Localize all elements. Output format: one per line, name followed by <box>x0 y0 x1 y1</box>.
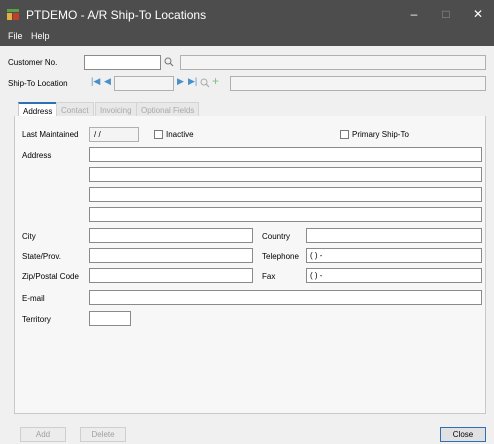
add-shipto-icon[interactable]: + <box>212 74 219 88</box>
address-label: Address <box>22 151 52 160</box>
customer-no-label: Customer No. <box>8 58 58 67</box>
primary-shipto-checkbox[interactable] <box>340 130 349 139</box>
app-icon <box>7 9 19 20</box>
menu-help[interactable]: Help <box>31 31 50 41</box>
minimize-button[interactable]: – <box>398 0 430 29</box>
email-field[interactable] <box>89 290 482 305</box>
inactive-checkbox[interactable] <box>154 130 163 139</box>
city-field[interactable] <box>89 228 253 243</box>
email-label: E-mail <box>22 294 45 303</box>
tab-optional-fields[interactable]: Optional Fields <box>136 102 200 117</box>
nav-next-icon[interactable]: ▶ <box>177 76 184 87</box>
menu-bar <box>0 29 494 46</box>
menu-file[interactable]: File <box>8 31 23 41</box>
shipto-finder-icon[interactable] <box>200 78 210 88</box>
window-title: PTDEMO - A/R Ship-To Locations <box>26 8 207 22</box>
state-prov-field[interactable] <box>89 248 253 263</box>
territory-field[interactable] <box>89 311 131 326</box>
shipto-location-label: Ship-To Location <box>8 79 68 88</box>
primary-shipto-label: Primary Ship-To <box>352 130 409 139</box>
last-maintained-label: Last Maintained <box>22 130 79 139</box>
country-label: Country <box>262 232 291 241</box>
territory-label: Territory <box>22 315 51 324</box>
zip-postal-field[interactable] <box>89 268 253 283</box>
address-line-2[interactable] <box>89 167 482 182</box>
shipto-location-field[interactable] <box>114 76 174 91</box>
customer-no-field[interactable] <box>84 55 161 70</box>
last-maintained-field: / / <box>89 127 139 142</box>
shipto-description-field <box>230 76 486 91</box>
add-button[interactable]: Add <box>20 427 66 442</box>
maximize-button[interactable]: □ <box>430 0 462 29</box>
tab-contact[interactable]: Contact <box>56 102 94 117</box>
fax-field[interactable]: ( ) - <box>306 268 482 283</box>
zip-postal-label: Zip/Postal Code <box>22 272 79 281</box>
address-line-3[interactable] <box>89 187 482 202</box>
delete-button[interactable]: Delete <box>80 427 126 442</box>
customer-name-field <box>180 55 486 70</box>
address-line-1[interactable] <box>89 147 482 162</box>
telephone-field[interactable]: ( ) - <box>306 248 482 263</box>
city-label: City <box>22 232 36 241</box>
close-button[interactable]: Close <box>440 427 486 442</box>
tab-address[interactable]: Address <box>18 102 58 117</box>
close-window-button[interactable]: ✕ <box>462 0 494 29</box>
telephone-label: Telephone <box>262 252 299 261</box>
tab-invoicing[interactable]: Invoicing <box>95 102 137 117</box>
fax-label: Fax <box>262 272 276 281</box>
address-line-4[interactable] <box>89 207 482 222</box>
nav-prev-icon[interactable]: ◀ <box>104 76 111 87</box>
nav-first-icon[interactable]: |◀ <box>91 76 100 87</box>
nav-last-icon[interactable]: ▶| <box>188 76 197 87</box>
state-prov-label: State/Prov. <box>22 252 61 261</box>
customer-finder-icon[interactable] <box>164 57 174 67</box>
country-field[interactable] <box>306 228 482 243</box>
inactive-label: Inactive <box>166 130 194 139</box>
